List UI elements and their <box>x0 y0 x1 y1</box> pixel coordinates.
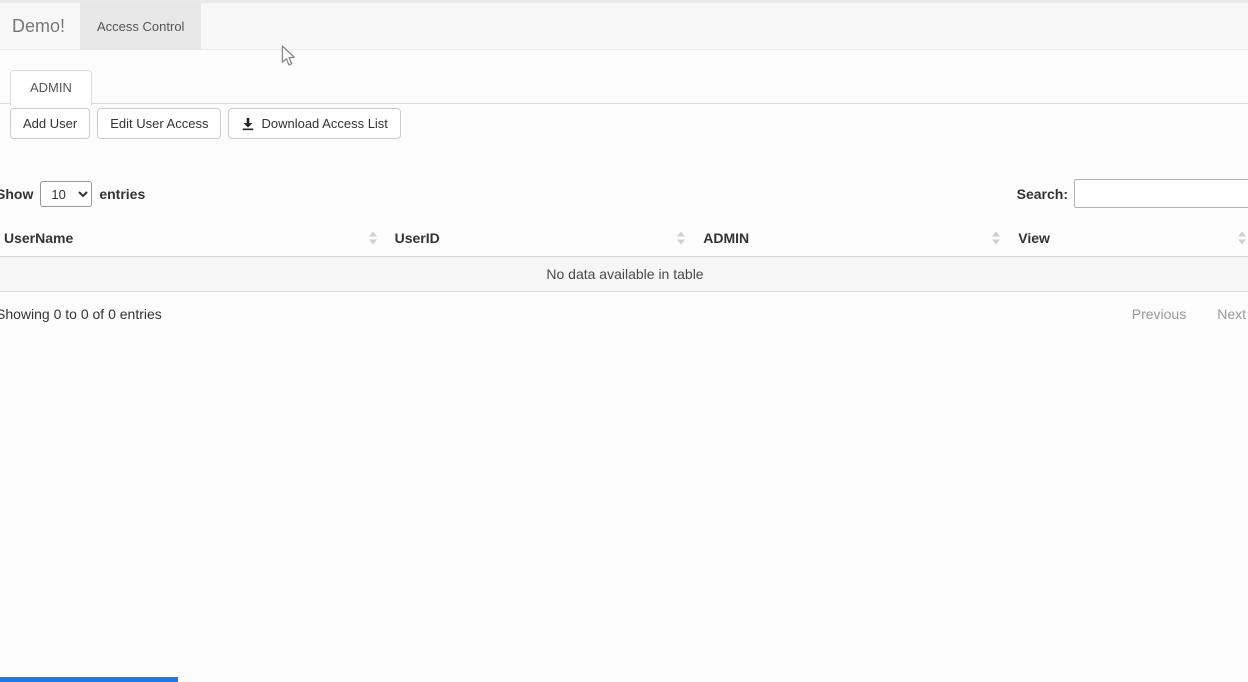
search-input[interactable] <box>1074 179 1248 208</box>
column-header-userid[interactable]: UserID <box>386 220 695 257</box>
edit-user-access-button-label: Edit User Access <box>110 116 208 131</box>
column-header-username-label: UserName <box>4 230 73 246</box>
sort-icon <box>369 232 377 245</box>
search-control: Search: <box>1017 179 1248 208</box>
datatable-footer: Showing 0 to 0 of 0 entries Previous Nex… <box>0 306 1248 326</box>
nav-item-access-control[interactable]: Access Control <box>80 3 201 49</box>
add-user-button-label: Add User <box>23 116 77 131</box>
toolbar: Add User Edit User Access Download Acces… <box>10 108 1248 139</box>
download-access-list-button-label: Download Access List <box>261 116 387 131</box>
sort-icon <box>1238 232 1246 245</box>
download-access-list-button[interactable]: Download Access List <box>228 108 400 139</box>
search-label: Search: <box>1017 186 1068 202</box>
edit-user-access-button[interactable]: Edit User Access <box>97 108 221 139</box>
tab-admin[interactable]: ADMIN <box>10 70 92 106</box>
empty-table-row: No data available in table <box>0 257 1248 292</box>
access-table: UserName UserID ADMIN View No data avail… <box>0 220 1248 292</box>
table-header-row: UserName UserID ADMIN View <box>0 220 1248 257</box>
entries-info: Showing 0 to 0 of 0 entries <box>0 306 162 322</box>
entries-select[interactable]: 10 <box>40 181 92 207</box>
bottom-blue-bar <box>0 677 178 682</box>
show-label: Show <box>0 186 33 202</box>
sort-icon <box>992 232 1000 245</box>
tab-bar: ADMIN <box>0 69 1248 104</box>
column-header-userid-label: UserID <box>395 230 440 246</box>
add-user-button[interactable]: Add User <box>10 108 90 139</box>
empty-table-message: No data available in table <box>0 257 1248 292</box>
column-header-admin[interactable]: ADMIN <box>694 220 1009 257</box>
datatable-controls: Show 10 entries Search: <box>0 179 1248 209</box>
download-icon <box>241 117 255 131</box>
column-header-username[interactable]: UserName <box>0 220 386 257</box>
next-page-button[interactable]: Next <box>1217 306 1246 322</box>
entries-length-control: Show 10 entries <box>0 181 145 207</box>
previous-page-button[interactable]: Previous <box>1132 306 1186 322</box>
entries-label: entries <box>99 186 145 202</box>
column-header-view[interactable]: View <box>1009 220 1248 257</box>
sort-icon <box>677 232 685 245</box>
column-header-view-label: View <box>1018 230 1050 246</box>
pagination: Previous Next <box>1132 306 1246 322</box>
navbar-brand[interactable]: Demo! <box>0 3 80 49</box>
column-header-admin-label: ADMIN <box>703 230 749 246</box>
navbar: Demo! Access Control <box>0 0 1248 50</box>
